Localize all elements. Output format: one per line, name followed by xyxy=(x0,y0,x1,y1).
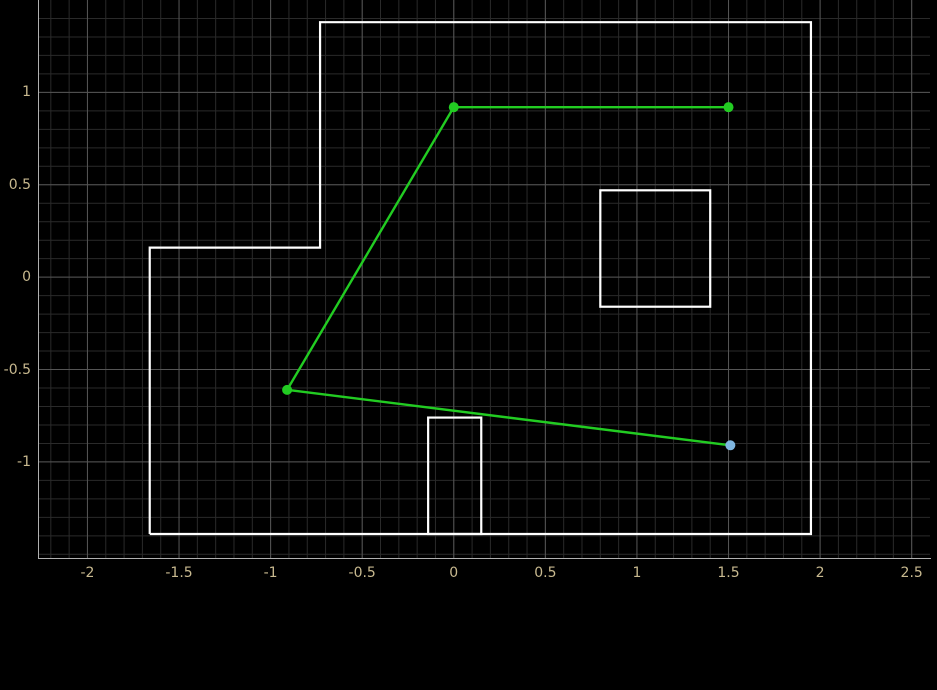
y-tick-label: 1 xyxy=(22,84,31,101)
x-tick-label: 2 xyxy=(815,565,825,581)
plot-canvas[interactable] xyxy=(38,0,930,558)
map-obstacles xyxy=(427,189,712,536)
x-tick-label: 1 xyxy=(632,565,642,581)
y-tick-label: -1 xyxy=(17,453,31,470)
trajectory-point-marker xyxy=(282,384,293,395)
x-tick-label: 2.5 xyxy=(900,565,923,581)
grid-minor-lines xyxy=(38,0,930,558)
trajectory-point-marker xyxy=(448,102,459,113)
plot-figure: -2 -1.5 -1 -0.5 0 0.5 1 1.5 2 2.5 1 0.5 0 -0.5 -1 xyxy=(0,0,937,600)
y-tick-label: 0.5 xyxy=(8,176,31,193)
y-tick-label: -0.5 xyxy=(3,361,31,378)
application-window: -2 -1.5 -1 -0.5 0 0.5 1 1.5 2 2.5 1 0.5 0 -0.5 -1 Plo… xyxy=(0,0,937,690)
trajectory-point-marker xyxy=(723,102,734,113)
grid-major-lines xyxy=(38,0,930,558)
plot-svg xyxy=(38,0,930,558)
x-tick-label: 1.5 xyxy=(717,565,740,581)
x-tick-label: 0 xyxy=(449,565,459,581)
x-tick-label: 0.5 xyxy=(534,565,557,581)
obstacle-bottom-box xyxy=(427,416,483,536)
x-tick-label: -1.5 xyxy=(165,565,193,581)
x-tick-label: -1 xyxy=(263,565,278,581)
y-tick-label: 0 xyxy=(22,269,31,286)
x-tick-label: -2 xyxy=(80,565,95,581)
axis-spine-left xyxy=(38,0,39,559)
x-tick-label: -0.5 xyxy=(348,565,376,581)
axis-spine-bottom xyxy=(38,558,931,559)
trajectory-endpoint-marker xyxy=(725,440,736,451)
bottom-toolbar: Plotted Points = 5 Reset (r)OdomGround T… xyxy=(0,600,937,690)
